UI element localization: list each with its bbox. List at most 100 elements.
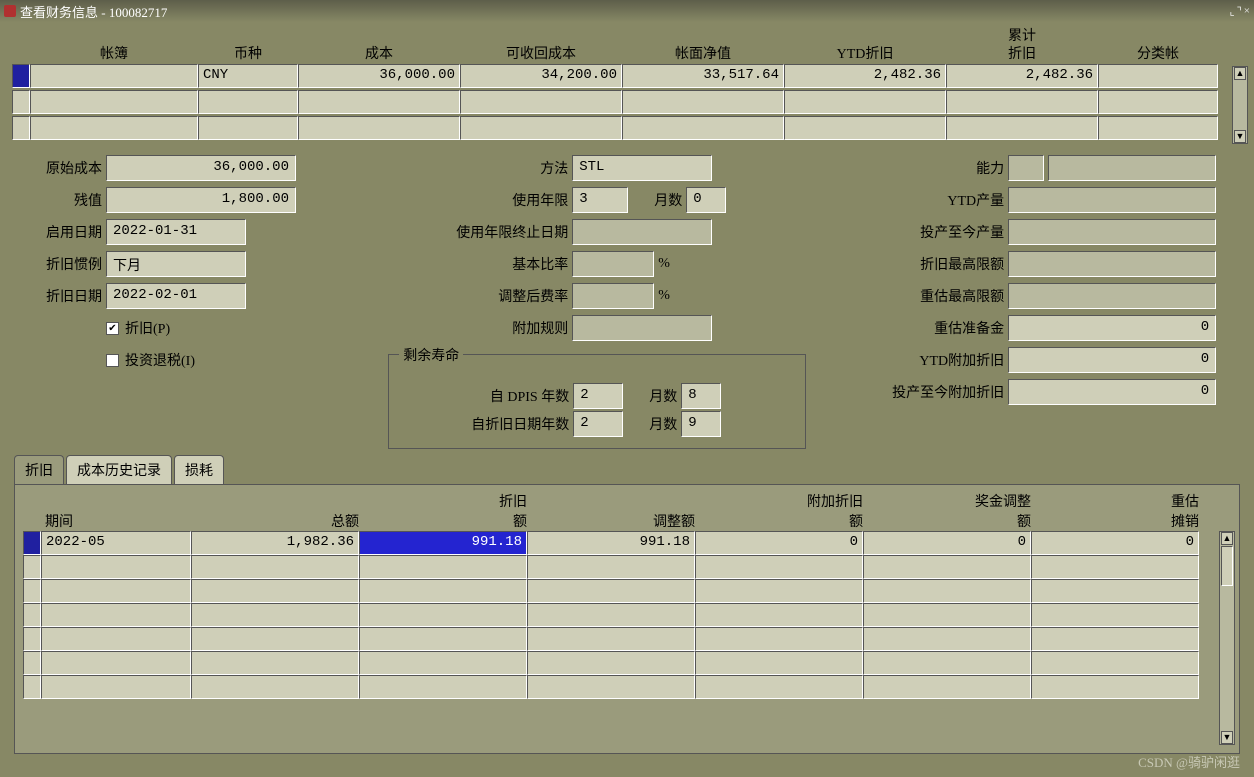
reval-reserve-field[interactable]: 0 [1008,315,1216,341]
cell-depr[interactable] [359,651,527,675]
cell-adj[interactable] [527,555,695,579]
summary-scrollbar[interactable]: ▲ ▼ [1232,66,1248,144]
cell-period[interactable] [41,651,191,675]
ytd-field[interactable]: 2,482.36 [784,64,946,88]
row-indicator[interactable] [23,603,41,627]
cell-depr[interactable]: 991.18 [359,531,527,555]
cost-field[interactable]: 36,000.00 [298,64,460,88]
row-indicator[interactable] [12,116,30,140]
cell-bonus[interactable] [695,627,863,651]
cell-reval[interactable] [1031,603,1199,627]
cell-bonus_adj[interactable] [863,627,1031,651]
cell-bonus_adj[interactable] [863,555,1031,579]
ytd-bonus-field[interactable]: 0 [1008,347,1216,373]
cell-bonus_adj[interactable] [863,675,1031,699]
row-indicator[interactable] [23,579,41,603]
cell-reval[interactable] [1031,579,1199,603]
depr-years-field[interactable]: 2 [573,411,623,437]
method-field[interactable]: STL [572,155,712,181]
cell-reval[interactable]: 0 [1031,531,1199,555]
cell-total[interactable] [191,627,359,651]
salvage-field[interactable]: 1,800.00 [106,187,296,213]
itc-checkbox[interactable] [106,354,119,367]
recoverable-field[interactable] [460,116,622,140]
cost-field[interactable] [298,90,460,114]
category-field[interactable] [1098,116,1218,140]
scroll-up-icon[interactable]: ▲ [1221,532,1233,545]
row-indicator[interactable] [23,531,41,555]
nbv-field[interactable] [622,90,784,114]
tab-impairment[interactable]: 损耗 [174,455,224,484]
cell-period[interactable] [41,603,191,627]
cell-reval[interactable] [1031,555,1199,579]
ledger-field[interactable] [30,90,198,114]
cell-bonus[interactable] [695,579,863,603]
cell-total[interactable] [191,675,359,699]
category-field[interactable] [1098,64,1218,88]
cell-adj[interactable] [527,603,695,627]
cell-total[interactable] [191,603,359,627]
minimize-icon[interactable]: ⌞ [1229,5,1234,18]
cell-adj[interactable]: 991.18 [527,531,695,555]
recoverable-field[interactable] [460,90,622,114]
cell-period[interactable] [41,579,191,603]
ytd-field[interactable] [784,90,946,114]
cell-total[interactable] [191,579,359,603]
cell-bonus[interactable] [695,675,863,699]
accum-field[interactable] [946,116,1098,140]
cell-depr[interactable] [359,555,527,579]
cell-bonus[interactable] [695,651,863,675]
ledger-field[interactable] [30,64,198,88]
cell-period[interactable] [41,627,191,651]
close-icon[interactable]: × [1244,5,1250,18]
cell-reval[interactable] [1031,627,1199,651]
accum-field[interactable] [946,90,1098,114]
row-indicator[interactable] [12,90,30,114]
depr-checkbox[interactable]: ✔ [106,322,119,335]
cell-adj[interactable] [527,675,695,699]
depr-conv-field[interactable]: 下月 [106,251,246,277]
cell-bonus[interactable] [695,555,863,579]
currency-field[interactable] [198,90,298,114]
life-months-field[interactable]: 0 [686,187,726,213]
enable-date-field[interactable]: 2022-01-31 [106,219,246,245]
cell-period[interactable] [41,555,191,579]
life-years-field[interactable]: 3 [572,187,628,213]
currency-field[interactable]: CNY [198,64,298,88]
cell-depr[interactable] [359,675,527,699]
table-scrollbar[interactable]: ▲ ▼ [1219,531,1235,745]
scroll-thumb[interactable] [1221,546,1233,586]
cell-depr[interactable] [359,603,527,627]
currency-field[interactable] [198,116,298,140]
cell-total[interactable] [191,555,359,579]
original-cost-field[interactable]: 36,000.00 [106,155,296,181]
row-indicator[interactable] [12,64,30,88]
tab-depreciation[interactable]: 折旧 [14,455,64,484]
cell-total[interactable]: 1,982.36 [191,531,359,555]
cell-adj[interactable] [527,651,695,675]
cell-bonus_adj[interactable] [863,651,1031,675]
ledger-field[interactable] [30,116,198,140]
depr-months-field[interactable]: 9 [681,411,721,437]
cell-reval[interactable] [1031,675,1199,699]
depr-date-field[interactable]: 2022-02-01 [106,283,246,309]
restore-icon[interactable]: ⌝ [1237,5,1242,18]
accum-field[interactable]: 2,482.36 [946,64,1098,88]
cell-period[interactable] [41,675,191,699]
cell-adj[interactable] [527,627,695,651]
cell-depr[interactable] [359,579,527,603]
row-indicator[interactable] [23,555,41,579]
row-indicator[interactable] [23,627,41,651]
recoverable-field[interactable]: 34,200.00 [460,64,622,88]
cell-reval[interactable] [1031,651,1199,675]
cost-field[interactable] [298,116,460,140]
nbv-field[interactable] [622,116,784,140]
cell-period[interactable]: 2022-05 [41,531,191,555]
row-indicator[interactable] [23,651,41,675]
cell-bonus_adj[interactable] [863,603,1031,627]
cell-bonus_adj[interactable]: 0 [863,531,1031,555]
tab-cost-history[interactable]: 成本历史记录 [66,455,172,484]
cell-depr[interactable] [359,627,527,651]
row-indicator[interactable] [23,675,41,699]
cell-bonus[interactable] [695,603,863,627]
